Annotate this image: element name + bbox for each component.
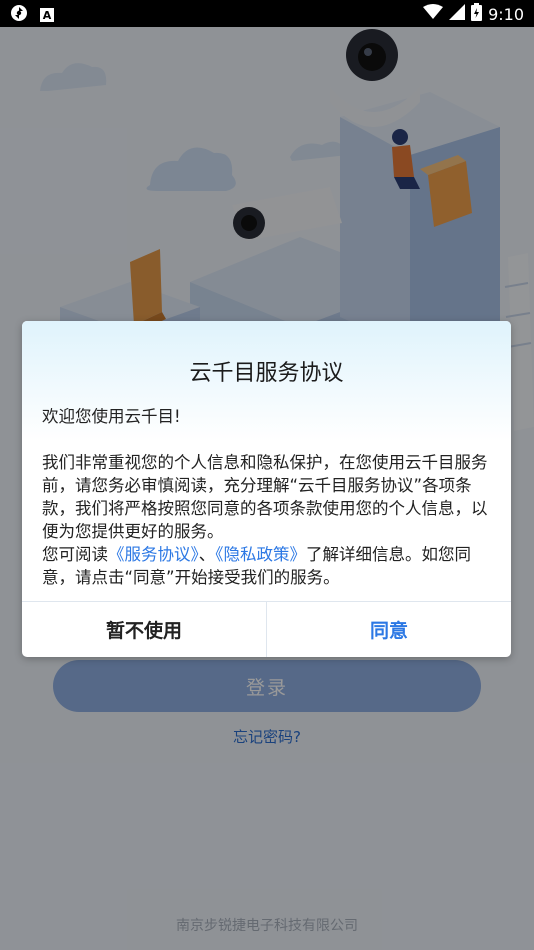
a-box-icon: A — [40, 8, 54, 22]
read-prefix: 您可阅读 — [42, 545, 108, 564]
dialog-read-line: 您可阅读《服务协议》、《隐私政策》了解详细信息。如您同意，请点击“同意”开始接受… — [42, 543, 494, 589]
privacy-policy-link[interactable]: 《隐私政策》 — [215, 545, 306, 564]
service-agreement-link[interactable]: 《服务协议》 — [108, 545, 199, 564]
decline-button[interactable]: 暂不使用 — [22, 602, 266, 657]
agree-button[interactable]: 同意 — [267, 602, 511, 657]
service-agreement-dialog: 云千目服务协议 欢迎您使用云千目! 我们非常重视您的个人信息和隐私保护，在您使用… — [22, 321, 511, 657]
battery-icon — [471, 3, 483, 25]
wifi-icon — [423, 4, 444, 24]
status-bar: A 9:10 — [0, 0, 534, 27]
dialog-title: 云千目服务协议 — [189, 361, 344, 386]
dialog-greeting: 欢迎您使用云千目! — [42, 407, 181, 426]
sync-icon — [10, 4, 28, 26]
signal-icon — [449, 4, 466, 24]
status-time: 9:10 — [488, 4, 524, 24]
dialog-body-paragraph: 我们非常重视您的个人信息和隐私保护，在您使用云千目服务前，请您务必审慎阅读，充分… — [42, 453, 488, 541]
link-separator: 、 — [198, 545, 216, 564]
dialog-body: 欢迎您使用云千目! 我们非常重视您的个人信息和隐私保护，在您使用云千目服务前，请… — [42, 405, 494, 589]
